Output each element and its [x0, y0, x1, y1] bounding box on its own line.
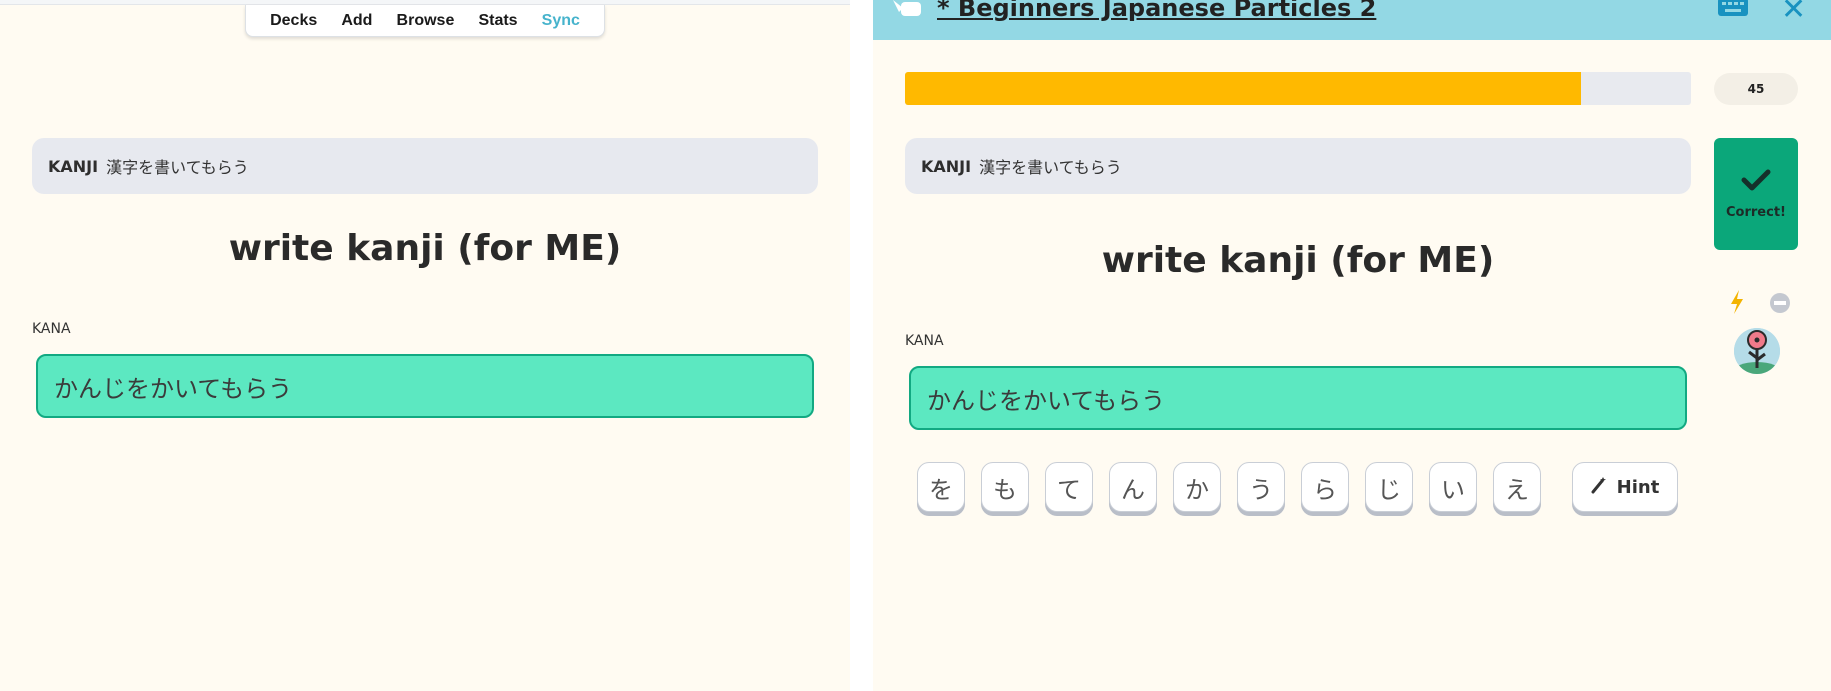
kana-key-ka[interactable]: か	[1173, 462, 1221, 512]
bolt-icon[interactable]	[1729, 290, 1745, 318]
kana-key-i[interactable]: い	[1429, 462, 1477, 512]
remaining-count: 45	[1714, 73, 1798, 105]
kanji-field-value: 漢字を書いてもらう	[979, 158, 1122, 177]
correct-button[interactable]: Correct!	[1714, 138, 1798, 250]
menu-browse[interactable]: Browse	[397, 12, 455, 30]
kana-label: KANA	[32, 321, 71, 337]
kanji-field-label: KANJI	[48, 156, 99, 176]
kana-key-wo[interactable]: を	[917, 462, 965, 512]
watering-can-icon	[889, 0, 925, 22]
card-prompt: write kanji (for ME)	[228, 228, 622, 269]
kanji-field-card: KANJI 漢字を書いてもらう	[905, 138, 1691, 194]
hint-button[interactable]: Hint	[1572, 462, 1678, 512]
kanji-field-card: KANJI 漢字を書いてもらう	[32, 138, 818, 194]
deck-title[interactable]: * Beginners Japanese Particles 2	[937, 0, 1376, 22]
kana-answer-field[interactable]: かんじをかいてもらう	[909, 366, 1687, 430]
kana-key-ra[interactable]: ら	[1301, 462, 1349, 512]
close-icon[interactable]: ✕	[1781, 0, 1806, 27]
review-header: * Beginners Japanese Particles 2 ✕	[873, 0, 1831, 40]
kana-key-n[interactable]: ん	[1109, 462, 1157, 512]
keyboard-icon[interactable]	[1717, 0, 1749, 22]
kana-key-u[interactable]: う	[1237, 462, 1285, 512]
kanji-field-label: KANJI	[921, 156, 972, 176]
kana-key-e[interactable]: え	[1493, 462, 1541, 512]
minus-circle-icon[interactable]	[1769, 292, 1791, 318]
main-menu-bar: Decks Add Browse Stats Sync	[245, 5, 605, 37]
flower-avatar-icon[interactable]	[1734, 328, 1780, 374]
kana-key-te[interactable]: て	[1045, 462, 1093, 512]
kana-answer-field[interactable]: かんじをかいてもらう	[36, 354, 814, 418]
card-prompt: write kanji (for ME)	[1101, 240, 1495, 281]
kana-label: KANA	[905, 333, 944, 349]
kanji-field-value: 漢字を書いてもらう	[106, 158, 249, 177]
kana-key-ji[interactable]: じ	[1365, 462, 1413, 512]
card-preview-pane: Decks Add Browse Stats Sync KANJI 漢字を書いて…	[0, 0, 850, 691]
magic-wand-icon	[1591, 476, 1617, 499]
review-progress-bar	[905, 72, 1691, 105]
correct-label: Correct!	[1726, 204, 1786, 220]
pane-divider	[850, 0, 873, 691]
menu-stats[interactable]: Stats	[478, 12, 517, 30]
progress-fill	[905, 72, 1581, 105]
review-pane: * Beginners Japanese Particles 2 ✕ 45 KA…	[873, 0, 1831, 691]
menu-decks[interactable]: Decks	[270, 12, 317, 30]
menu-add[interactable]: Add	[341, 12, 372, 30]
checkmark-icon	[1741, 169, 1771, 195]
kana-key-mo[interactable]: も	[981, 462, 1029, 512]
menu-sync[interactable]: Sync	[542, 12, 580, 30]
hint-label: Hint	[1616, 476, 1660, 498]
